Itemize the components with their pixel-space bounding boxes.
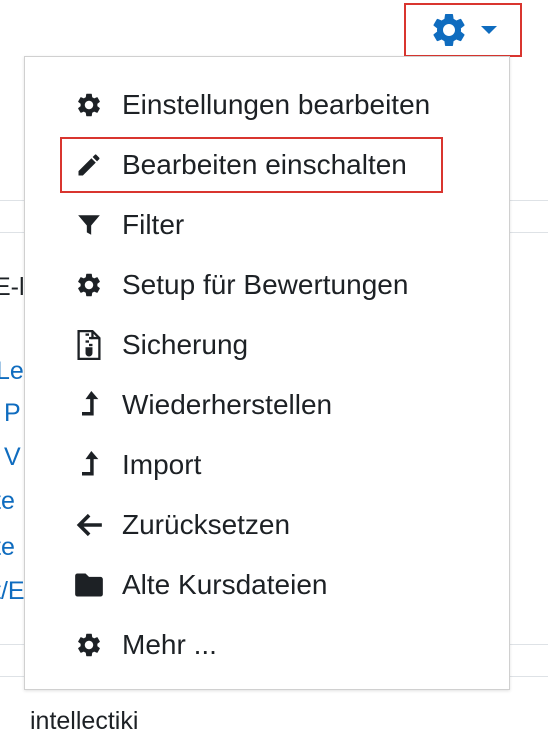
menu-item-label: Mehr ... [122, 629, 217, 660]
course-actions-menu-button[interactable] [404, 3, 522, 57]
gear-icon [73, 90, 105, 120]
bg-link-fragment[interactable]: t/E [0, 576, 25, 606]
bg-text-fragment: intellectiki [30, 707, 139, 735]
menu-item-label: Zurücksetzen [122, 509, 291, 540]
folder-icon [73, 570, 105, 600]
menu-item-backup[interactable]: Sicherung [25, 315, 509, 375]
bg-link-fragment[interactable]: te [0, 486, 15, 516]
menu-item-label: Filter [122, 209, 185, 240]
menu-item-label: Setup für Bewertungen [122, 269, 409, 300]
level-up-icon [73, 450, 105, 480]
menu-item-more[interactable]: Mehr ... [25, 615, 509, 675]
menu-item-legacy-course-files[interactable]: Alte Kursdateien [25, 555, 509, 615]
gear-icon [429, 10, 469, 50]
menu-item-filter[interactable]: Filter [25, 195, 509, 255]
menu-item-turn-editing-on[interactable]: Bearbeiten einschalten [25, 135, 509, 195]
course-actions-dropdown: Einstellungen bearbeiten Bearbeiten eins… [24, 56, 510, 690]
level-up-icon [73, 390, 105, 420]
menu-item-import[interactable]: Import [25, 435, 509, 495]
bg-heading-fragment: E-l [0, 273, 25, 301]
menu-item-label: Import [122, 449, 202, 480]
menu-item-label: Alte Kursdateien [122, 569, 328, 600]
caret-down-icon [481, 25, 497, 35]
menu-item-reset[interactable]: Zurücksetzen [25, 495, 509, 555]
bg-link-fragment[interactable]: V [4, 442, 21, 472]
gear-icon [73, 630, 105, 660]
file-archive-icon [73, 330, 105, 360]
arrow-left-icon [73, 510, 105, 540]
menu-item-label: Einstellungen bearbeiten [122, 89, 431, 120]
bg-link-fragment[interactable]: P [4, 398, 21, 428]
bg-link-fragment[interactable]: te [0, 532, 15, 562]
pencil-icon [73, 150, 105, 180]
menu-item-label: Sicherung [122, 329, 249, 360]
filter-icon [73, 210, 105, 240]
gear-icon [73, 270, 105, 300]
menu-item-label: Bearbeiten einschalten [122, 149, 407, 180]
menu-item-label: Wiederherstellen [122, 389, 333, 420]
menu-item-edit-settings[interactable]: Einstellungen bearbeiten [25, 75, 509, 135]
menu-item-gradebook-setup[interactable]: Setup für Bewertungen [25, 255, 509, 315]
menu-item-restore[interactable]: Wiederherstellen [25, 375, 509, 435]
